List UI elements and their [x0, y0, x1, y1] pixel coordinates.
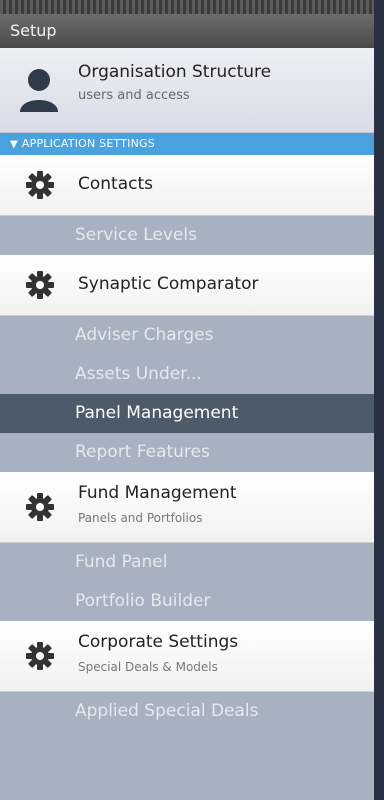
- sidebar-subitem-portfolio-builder[interactable]: Portfolio Builder: [0, 582, 374, 621]
- sidebar-subitem-applied-special-deals[interactable]: Applied Special Deals: [0, 692, 374, 731]
- setup-sidebar: Setup Organisation Structure users and a…: [0, 0, 374, 800]
- sidebar-subitem-adviser-charges[interactable]: Adviser Charges: [0, 316, 374, 355]
- gear-icon: [26, 642, 54, 670]
- sidebar-subitem-assets-under[interactable]: Assets Under...: [0, 355, 374, 394]
- sidebar-item-contacts[interactable]: Contacts: [0, 155, 374, 216]
- application-settings-header[interactable]: ▼ APPLICATION SETTINGS: [0, 133, 374, 155]
- org-structure-item[interactable]: Organisation Structure users and access: [0, 48, 374, 133]
- application-settings-label: APPLICATION SETTINGS: [21, 137, 155, 150]
- sidebar-item-fund-management[interactable]: Fund Management Panels and Portfolios: [0, 472, 374, 543]
- sidebar-subitem-service-levels[interactable]: Service Levels: [0, 216, 374, 255]
- sidebar-item-synaptic-comparator[interactable]: Synaptic Comparator: [0, 255, 374, 316]
- org-structure-title: Organisation Structure: [78, 62, 272, 82]
- sidebar-subitem-panel-management[interactable]: Panel Management: [0, 394, 374, 433]
- setup-header: Setup: [0, 14, 374, 48]
- sidebar-item-label: Fund Management: [78, 483, 237, 503]
- sidebar-item-label: Corporate Settings: [78, 632, 239, 652]
- sidebar-item-sublabel: Special Deals & Models: [78, 660, 218, 674]
- sidebar-item-label: Contacts: [78, 174, 153, 194]
- org-structure-subtitle: users and access: [78, 88, 190, 103]
- sidebar-subitem-fund-panel[interactable]: Fund Panel: [0, 543, 374, 582]
- gear-icon: [26, 171, 54, 199]
- sidebar-subitem-label: Panel Management: [75, 403, 239, 423]
- triangle-down-icon: ▼: [10, 139, 18, 150]
- sidebar-item-corporate-settings[interactable]: Corporate Settings Special Deals & Model…: [0, 621, 374, 692]
- top-strip: [0, 0, 374, 14]
- sidebar-subitem-report-features[interactable]: Report Features: [0, 433, 374, 472]
- content-edge: [374, 0, 384, 800]
- sidebar-item-label: Synaptic Comparator: [78, 274, 259, 294]
- gear-icon: [26, 493, 54, 521]
- sidebar-item-sublabel: Panels and Portfolios: [78, 511, 203, 525]
- user-icon: [20, 69, 58, 112]
- gear-icon: [26, 271, 54, 299]
